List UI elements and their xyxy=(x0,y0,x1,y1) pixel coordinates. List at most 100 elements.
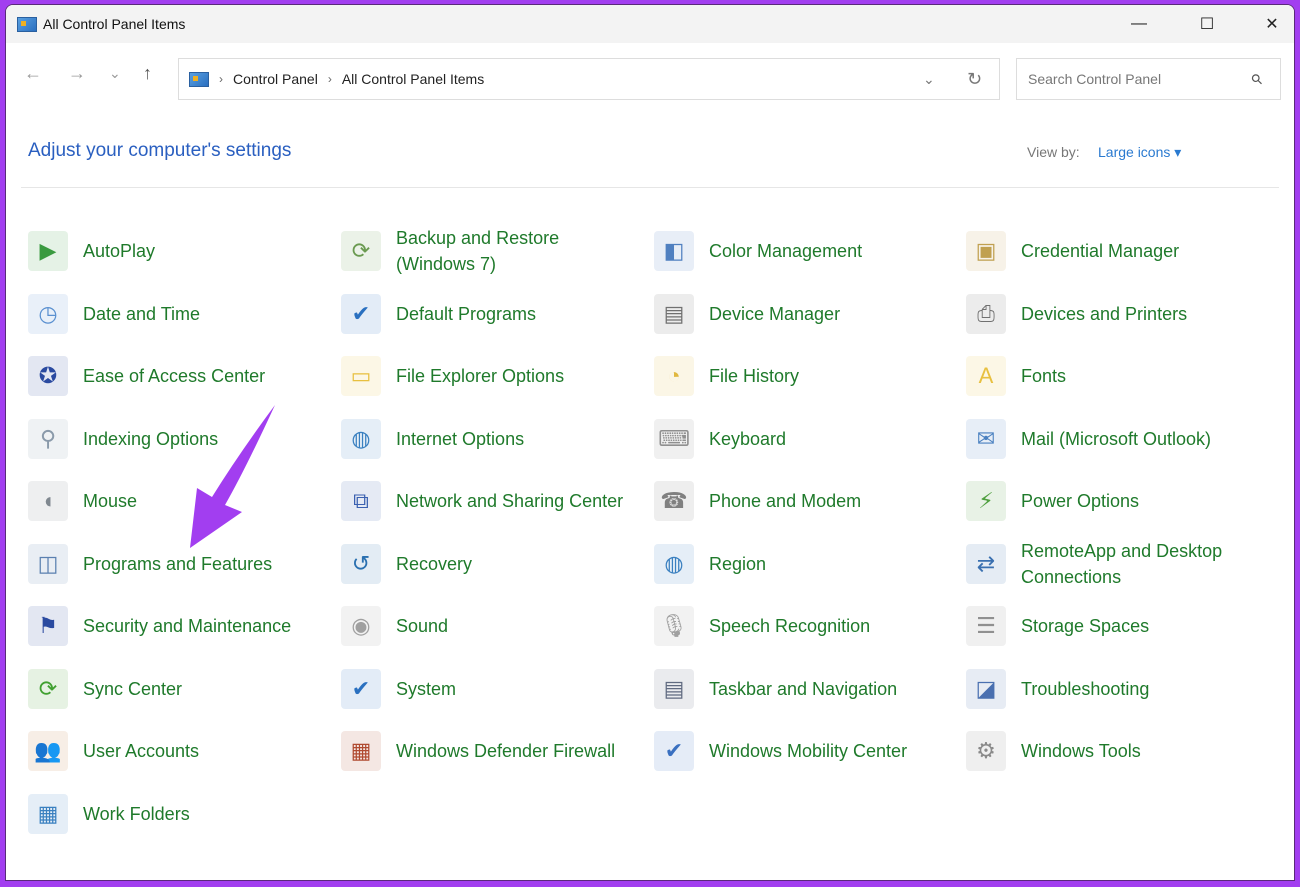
address-dropdown-button[interactable]: ⌄ xyxy=(923,71,935,88)
item-storage-spaces[interactable]: ☰ Storage Spaces xyxy=(966,601,1266,651)
item-label: Keyboard xyxy=(709,428,787,449)
taskbar-icon: ▤ xyxy=(654,668,694,709)
refresh-button[interactable]: ↻ xyxy=(967,69,982,90)
storage-icon: ☰ xyxy=(966,606,1006,646)
item-label: Mail (Microsoft Outlook) xyxy=(1021,428,1212,449)
item-autoplay[interactable]: ▶ AutoPlay xyxy=(28,226,328,276)
item-label: Network and Sharing Center xyxy=(396,491,624,511)
annotation-arrow xyxy=(190,405,275,548)
breadcrumb-separator: › xyxy=(219,72,223,86)
mobility-icon: ✔ xyxy=(654,731,694,771)
breadcrumb-all-items[interactable]: All Control Panel Items xyxy=(342,71,484,87)
minimize-button[interactable]: — xyxy=(1116,5,1162,43)
indexing-icon: ⚲ xyxy=(28,418,68,459)
item-remoteapp-and-desktop-connections[interactable]: ⇄ RemoteApp and Desktop Connections xyxy=(966,539,1266,589)
item-color-management[interactable]: ◧ Color Management xyxy=(654,226,954,276)
item-label: Fonts xyxy=(1021,366,1067,386)
work-folders-icon: ▦ xyxy=(28,793,68,834)
phone-icon: ☎ xyxy=(654,481,694,521)
back-button[interactable]: ← xyxy=(24,63,42,84)
item-label: Windows Mobility Center xyxy=(709,741,908,761)
search-icon[interactable]: ⚲ xyxy=(1247,69,1266,88)
recovery-icon: ↺ xyxy=(341,543,381,584)
item-power-options[interactable]: ⚡ Power Options xyxy=(966,476,1266,526)
autoplay-icon: ▶ xyxy=(28,231,68,271)
default-programs-icon: ✔ xyxy=(341,293,381,334)
firewall-icon: ▦ xyxy=(341,731,381,771)
item-troubleshooting[interactable]: ◪ Troubleshooting xyxy=(966,664,1266,714)
item-label: Ease of Access Center xyxy=(83,366,266,386)
view-by-label: View by: xyxy=(1027,144,1080,160)
address-bar[interactable]: › Control Panel › All Control Panel Item… xyxy=(178,58,1000,100)
item-label: File History xyxy=(709,366,800,386)
item-backup-and-restore-windows-7[interactable]: ⟳ Backup and Restore (Windows 7) xyxy=(341,226,641,276)
item-label: Color Management xyxy=(709,241,863,261)
item-date-and-time[interactable]: ◷ Date and Time xyxy=(28,289,328,339)
close-button[interactable]: ✕ xyxy=(1249,5,1294,43)
internet-icon: ◍ xyxy=(341,418,381,459)
forward-button[interactable]: → xyxy=(68,63,86,84)
item-label: Storage Spaces xyxy=(1021,616,1150,636)
item-windows-defender-firewall[interactable]: ▦ Windows Defender Firewall xyxy=(341,726,641,776)
item-sound[interactable]: ◉ Sound xyxy=(341,601,641,651)
item-label: User Accounts xyxy=(83,741,200,761)
item-label: Date and Time xyxy=(83,303,201,324)
item-keyboard[interactable]: ⌨ Keyboard xyxy=(654,414,954,464)
item-label: RemoteApp and Desktop Connections xyxy=(1021,540,1223,587)
item-label: Taskbar and Navigation xyxy=(709,678,898,699)
breadcrumb-separator: › xyxy=(327,72,332,86)
item-ease-of-access-center[interactable]: ✪ Ease of Access Center xyxy=(28,351,328,401)
item-label: Sound xyxy=(396,616,449,636)
item-file-explorer-options[interactable]: ▭ File Explorer Options xyxy=(341,351,641,401)
gear-icon: ⚙ xyxy=(966,731,1006,771)
item-label: Devices and Printers xyxy=(1021,303,1188,324)
item-label: Device Manager xyxy=(709,303,841,324)
item-windows-mobility-center[interactable]: ✔ Windows Mobility Center xyxy=(654,726,954,776)
programs-icon: ◫ xyxy=(28,543,68,584)
ease-of-access-icon: ✪ xyxy=(28,356,68,396)
item-label: File Explorer Options xyxy=(396,366,565,386)
item-devices-and-printers[interactable]: ⎙ Devices and Printers xyxy=(966,289,1266,339)
item-device-manager[interactable]: ▤ Device Manager xyxy=(654,289,954,339)
region-icon: ◍ xyxy=(654,543,694,584)
item-label: Recovery xyxy=(396,553,473,574)
item-label: Speech Recognition xyxy=(709,616,871,636)
item-security-and-maintenance[interactable]: ⚑ Security and Maintenance xyxy=(28,601,328,651)
flag-icon: ⚑ xyxy=(28,606,68,646)
item-internet-options[interactable]: ◍ Internet Options xyxy=(341,414,641,464)
item-label: Sync Center xyxy=(83,678,183,699)
item-credential-manager[interactable]: ▣ Credential Manager xyxy=(966,226,1266,276)
item-default-programs[interactable]: ✔ Default Programs xyxy=(341,289,641,339)
item-file-history[interactable]: ◔ File History xyxy=(654,351,954,401)
item-user-accounts[interactable]: 👥 User Accounts xyxy=(28,726,328,776)
users-icon: 👥 xyxy=(28,731,68,771)
control-panel-icon xyxy=(189,71,209,87)
item-recovery[interactable]: ↺ Recovery xyxy=(341,539,641,589)
backup-icon: ⟳ xyxy=(341,231,381,271)
up-button[interactable]: ↑ xyxy=(143,63,152,84)
item-mail-microsoft-outlook[interactable]: ✉ Mail (Microsoft Outlook) xyxy=(966,414,1266,464)
folder-options-icon: ▭ xyxy=(341,356,381,396)
item-phone-and-modem[interactable]: ☎ Phone and Modem xyxy=(654,476,954,526)
item-fonts[interactable]: A Fonts xyxy=(966,351,1266,401)
item-speech-recognition[interactable]: 🎙 Speech Recognition xyxy=(654,601,954,651)
window-title: All Control Panel Items xyxy=(43,16,186,32)
item-windows-tools[interactable]: ⚙ Windows Tools xyxy=(966,726,1266,776)
search-input[interactable]: Search Control Panel ⚲ xyxy=(1016,58,1281,100)
item-taskbar-and-navigation[interactable]: ▤ Taskbar and Navigation xyxy=(654,664,954,714)
recent-locations-button[interactable]: ⌄ xyxy=(109,65,121,82)
item-system[interactable]: ✔ System xyxy=(341,664,641,714)
item-label: AutoPlay xyxy=(83,241,156,261)
item-region[interactable]: ◍ Region xyxy=(654,539,954,589)
item-work-folders[interactable]: ▦ Work Folders xyxy=(28,789,328,839)
item-network-and-sharing-center[interactable]: ⧉ Network and Sharing Center xyxy=(341,476,641,526)
view-by-dropdown[interactable]: Large icons ▾ xyxy=(1098,144,1181,161)
network-icon: ⧉ xyxy=(341,481,381,521)
item-sync-center[interactable]: ⟳ Sync Center xyxy=(28,664,328,714)
item-label: Mouse xyxy=(83,491,138,511)
item-label: Default Programs xyxy=(396,303,537,324)
item-label: Internet Options xyxy=(396,428,525,449)
maximize-button[interactable]: ☐ xyxy=(1184,5,1230,43)
item-label: Windows Defender Firewall xyxy=(396,741,616,761)
breadcrumb-control-panel[interactable]: Control Panel xyxy=(233,71,318,87)
